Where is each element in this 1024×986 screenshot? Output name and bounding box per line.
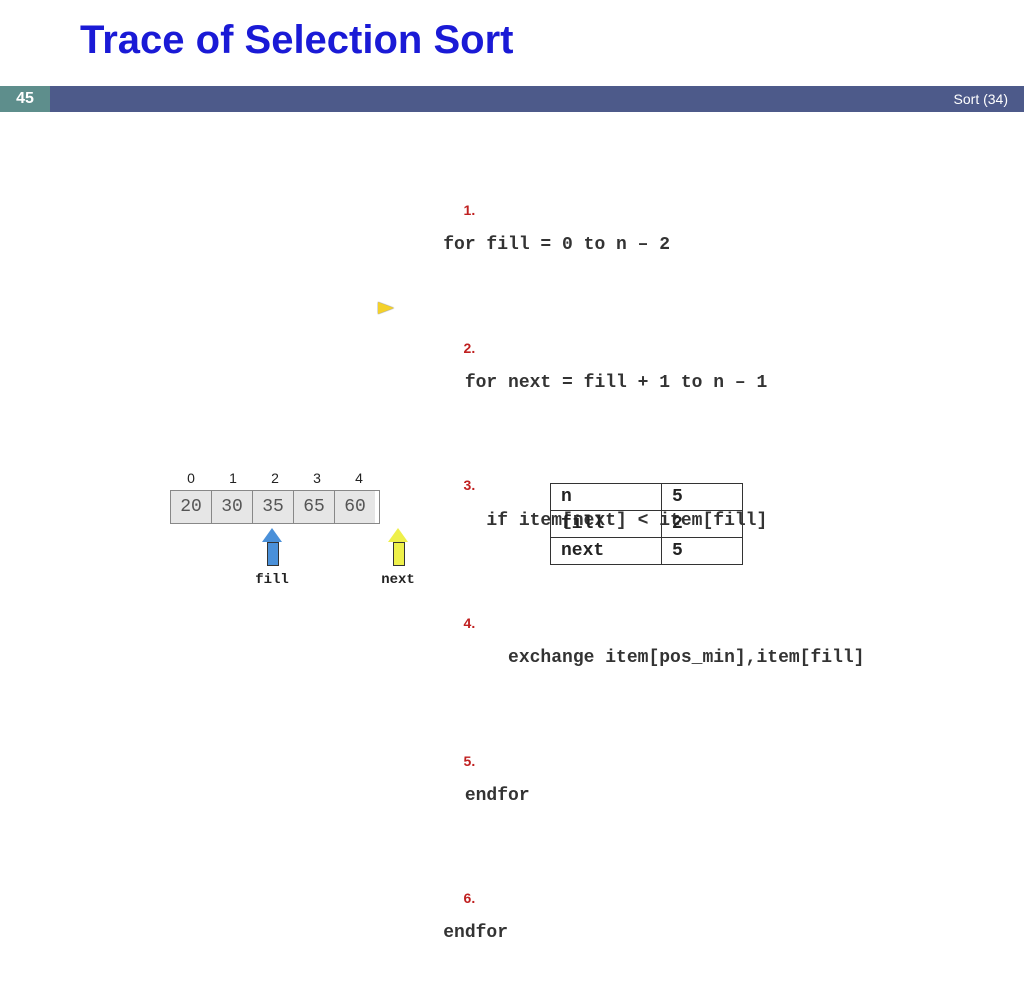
state-key: next — [551, 538, 662, 565]
line-number: 1. — [443, 197, 475, 224]
state-table: n 5 fill 2 next 5 — [550, 483, 743, 565]
section-label: Sort (34) — [954, 86, 1008, 112]
line-number: 2. — [443, 335, 475, 362]
array-index: 3 — [296, 470, 338, 486]
fill-pointer-arrow-icon — [262, 528, 282, 568]
table-row: n 5 — [551, 484, 743, 511]
array-index: 0 — [170, 470, 212, 486]
code-text: exchange item[pos_min],item[fill] — [443, 648, 864, 668]
current-line-marker-icon — [378, 302, 394, 314]
array-cell: 30 — [212, 491, 253, 523]
line-number: 3. — [443, 472, 475, 499]
state-value: 5 — [662, 538, 743, 565]
line-number: 6. — [443, 885, 475, 912]
array-cell: 35 — [253, 491, 294, 523]
array-index: 4 — [338, 470, 380, 486]
header-bar — [0, 86, 1024, 112]
state-key: n — [551, 484, 662, 511]
table-row: next 5 — [551, 538, 743, 565]
array-cells: 20 30 35 65 60 — [170, 490, 380, 524]
array-visual: 0 1 2 3 4 20 30 35 65 60 — [170, 470, 380, 524]
code-line: 4. exchange item[pos_min],item[fill] — [400, 573, 865, 711]
line-number: 4. — [443, 610, 475, 637]
array-cell: 65 — [294, 491, 335, 523]
line-number: 5. — [443, 748, 475, 775]
code-line: 1. for fill = 0 to n – 2 — [400, 160, 865, 298]
fill-pointer-label: fill — [242, 572, 302, 588]
code-line: 6. endfor — [400, 848, 865, 986]
state-key: fill — [551, 511, 662, 538]
state-value: 5 — [662, 484, 743, 511]
array-index-row: 0 1 2 3 4 — [170, 470, 380, 486]
code-text: endfor — [443, 923, 508, 943]
next-pointer-label: next — [368, 572, 428, 588]
page-title: Trace of Selection Sort — [80, 18, 513, 63]
array-cell: 60 — [335, 491, 375, 523]
next-pointer-arrow-icon — [388, 528, 408, 568]
code-text: endfor — [443, 786, 529, 806]
code-text: for next = fill + 1 to n – 1 — [443, 373, 767, 393]
pseudocode-block: 1. for fill = 0 to n – 2 2. for next = f… — [400, 160, 865, 986]
table-row: fill 2 — [551, 511, 743, 538]
array-cell: 20 — [171, 491, 212, 523]
code-text: for fill = 0 to n – 2 — [443, 235, 670, 255]
state-value: 2 — [662, 511, 743, 538]
array-index: 1 — [212, 470, 254, 486]
code-line: 2. for next = fill + 1 to n – 1 — [400, 298, 865, 436]
code-line: 5. endfor — [400, 710, 865, 848]
page-number-badge: 45 — [0, 86, 50, 112]
array-index: 2 — [254, 470, 296, 486]
